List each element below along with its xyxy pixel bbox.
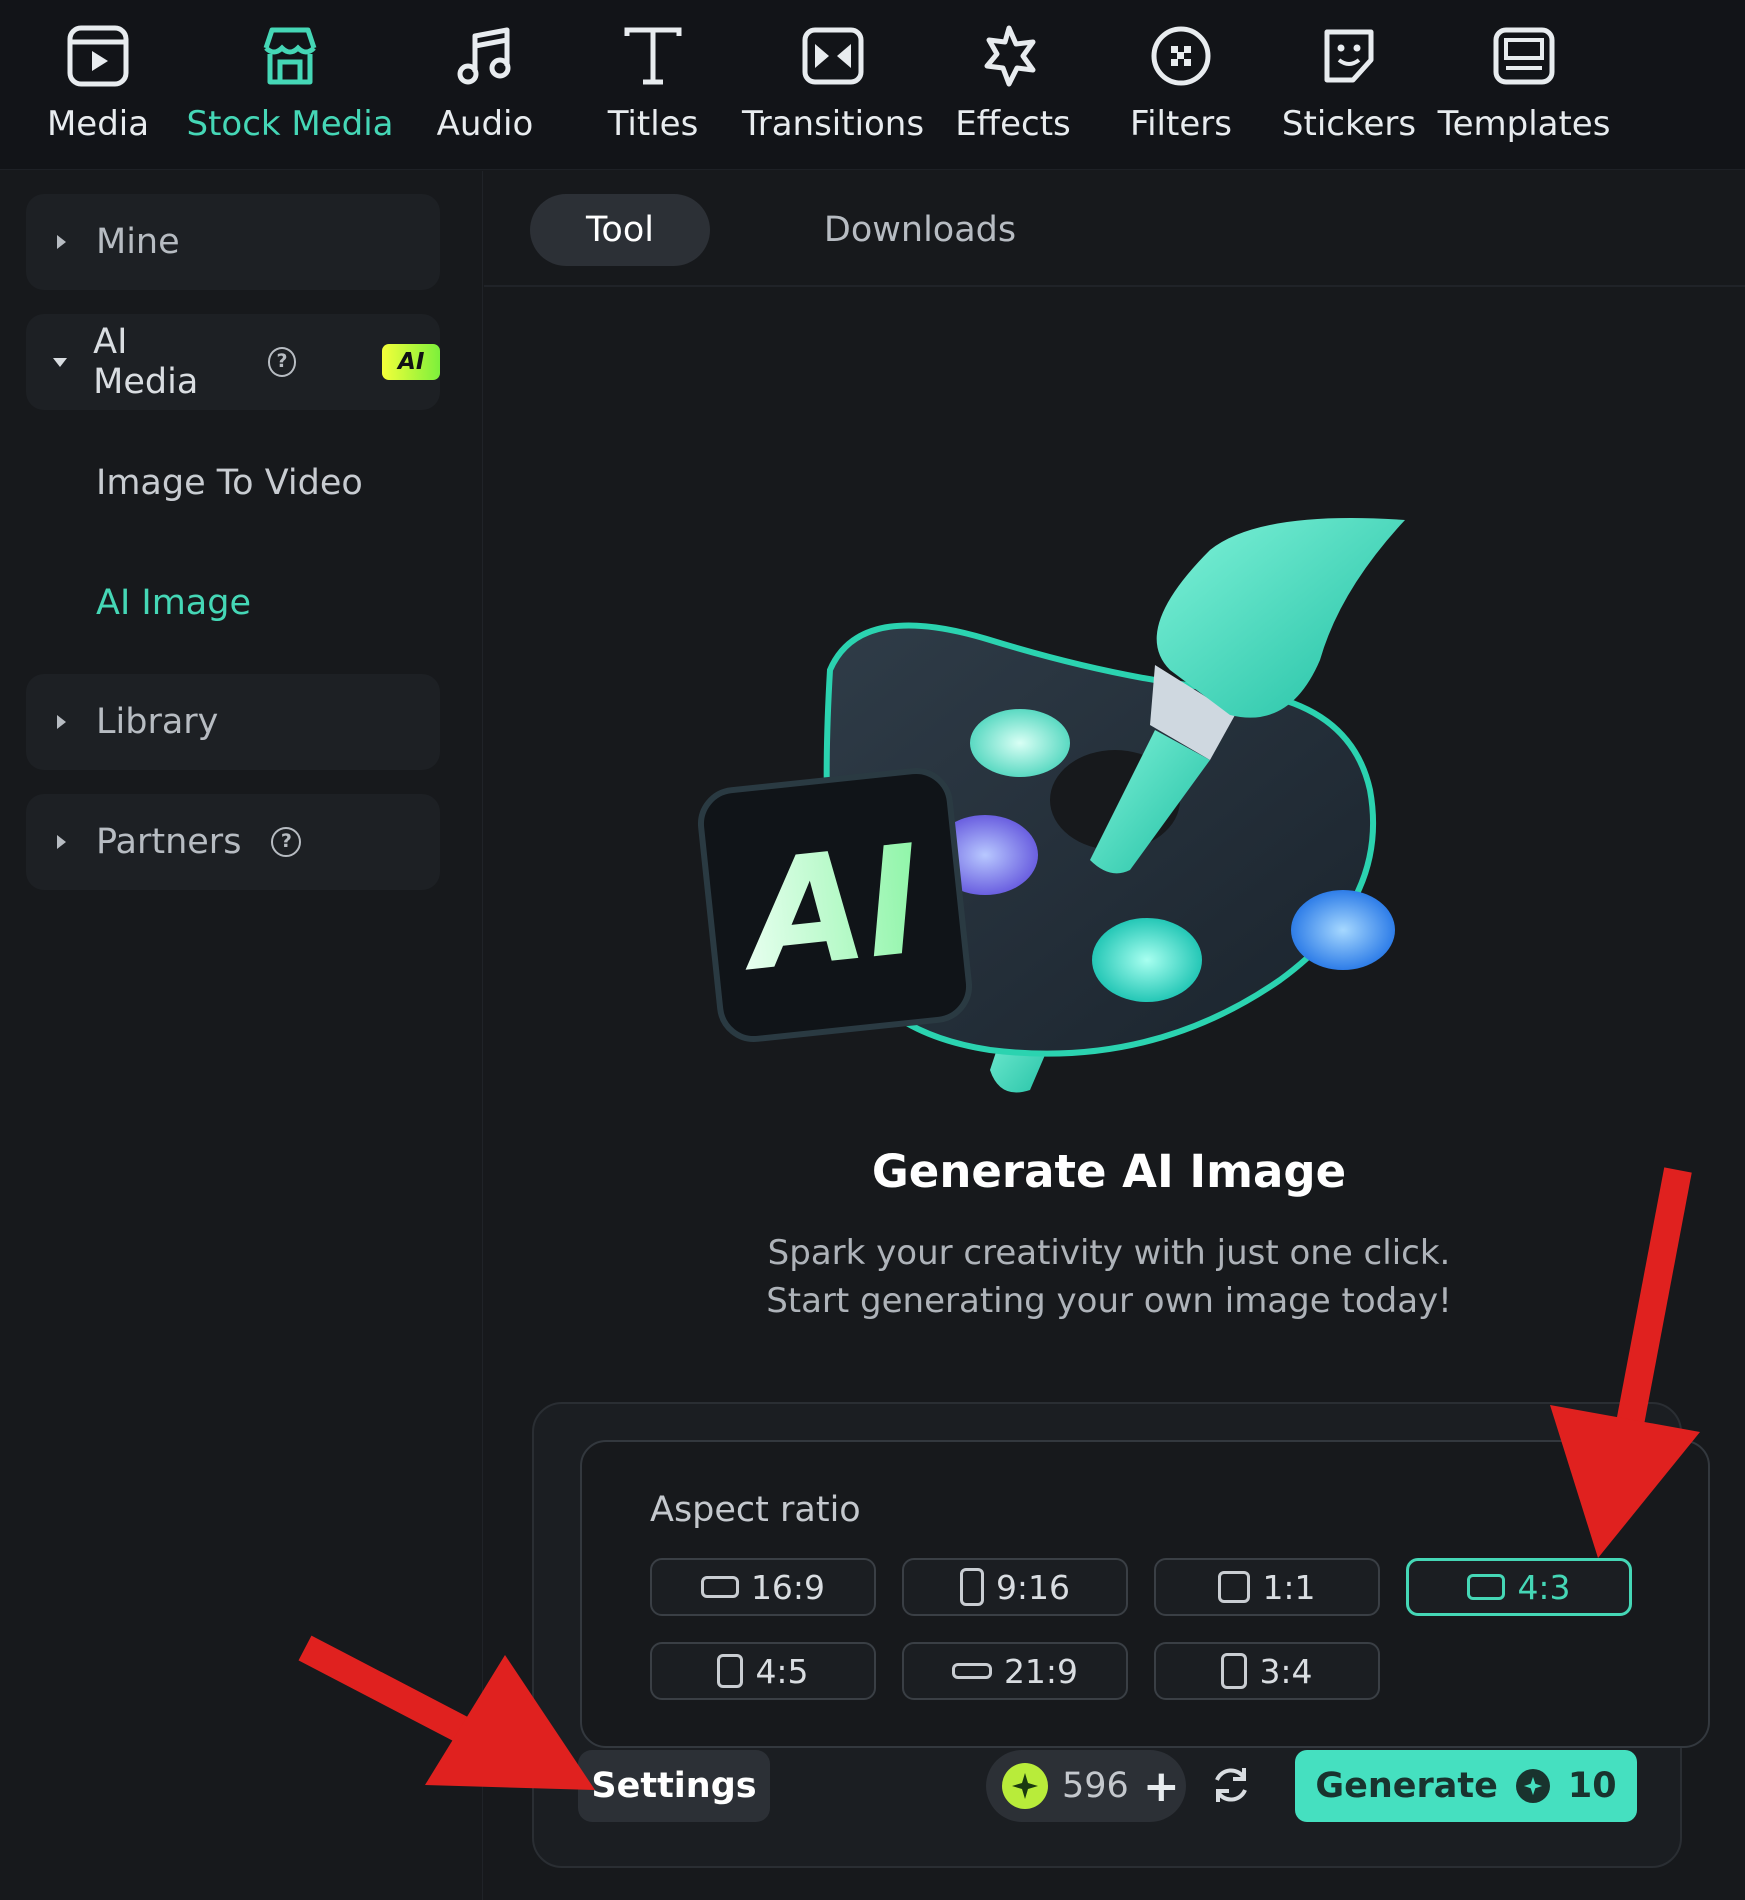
- ai-badge: AI: [382, 344, 440, 380]
- portrait-ratio-icon: [717, 1654, 744, 1688]
- templates-icon: [1493, 27, 1555, 85]
- sidebar-item-ai-image[interactable]: AI Image: [96, 583, 251, 623]
- credit-sparkle-icon: [1002, 1763, 1048, 1809]
- generate-cost: 10: [1567, 1766, 1617, 1806]
- aspect-option-label: 9:16: [995, 1567, 1071, 1607]
- add-credits-button[interactable]: +: [1143, 1761, 1180, 1812]
- aspect-option-label: 4:5: [755, 1651, 809, 1691]
- hero-title: Generate AI Image: [871, 1145, 1347, 1198]
- toolbar-label: Transitions: [741, 104, 925, 144]
- toolbar-filters[interactable]: Filters: [1096, 22, 1266, 162]
- sidebar-item-label: Mine: [96, 222, 180, 262]
- toolbar-label: Templates: [1437, 104, 1611, 144]
- filters-icon: [1151, 26, 1211, 86]
- toolbar-media[interactable]: Media: [13, 22, 183, 162]
- toolbar-titles[interactable]: Titles: [568, 22, 738, 162]
- toolbar-stock-media[interactable]: Stock Media: [186, 22, 394, 162]
- aspect-1-1-button[interactable]: 1:1: [1154, 1558, 1380, 1616]
- aspect-3-4-button[interactable]: 3:4: [1154, 1642, 1380, 1700]
- aspect-9-16-button[interactable]: 9:16: [902, 1558, 1128, 1616]
- help-icon[interactable]: ?: [267, 347, 297, 377]
- sticker-icon: [1324, 29, 1374, 83]
- caret-right-icon: [57, 835, 66, 849]
- sidebar-item-ai-media[interactable]: AI Media ? AI: [26, 314, 440, 410]
- tab-tool[interactable]: Tool: [530, 194, 710, 266]
- caret-right-icon: [57, 235, 66, 249]
- toolbar-label: Media: [46, 104, 150, 144]
- caret-right-icon: [57, 715, 66, 729]
- ai-cube-badge: AI: [697, 767, 973, 1043]
- credits-count: 596: [1062, 1766, 1129, 1806]
- aspect-option-label: 4:3: [1517, 1567, 1571, 1607]
- top-toolbar: Media Stock Media Audio Titles Transitio…: [0, 0, 1745, 170]
- sidebar-item-partners[interactable]: Partners ?: [26, 794, 440, 890]
- generate-label: Generate: [1315, 1766, 1498, 1806]
- credit-sparkle-icon: [1515, 1769, 1550, 1803]
- sidebar-item-image-to-video[interactable]: Image To Video: [96, 463, 363, 503]
- toolbar-stickers[interactable]: Stickers: [1264, 22, 1434, 162]
- aspect-option-label: 3:4: [1259, 1651, 1313, 1691]
- sidebar-item-mine[interactable]: Mine: [26, 194, 440, 290]
- effects-star-icon: [984, 25, 1036, 87]
- help-icon[interactable]: ?: [271, 827, 302, 857]
- aspect-16-9-button[interactable]: 16:9: [650, 1558, 876, 1616]
- wide-ratio-icon: [951, 1663, 992, 1679]
- toolbar-label: Filters: [1130, 104, 1232, 144]
- portrait-ratio-icon: [959, 1568, 984, 1606]
- caret-down-icon: [52, 358, 67, 367]
- settings-button[interactable]: Settings: [578, 1750, 770, 1822]
- aspect-option-label: 16:9: [750, 1567, 826, 1607]
- toolbar-templates[interactable]: Templates: [1437, 22, 1611, 162]
- transitions-icon: [802, 27, 864, 85]
- sidebar-item-label: Partners: [96, 822, 242, 862]
- toolbar-audio[interactable]: Audio: [400, 22, 570, 162]
- brush-tip: [1156, 518, 1405, 718]
- paint-dot: [1291, 890, 1395, 970]
- toolbar-transitions[interactable]: Transitions: [742, 22, 924, 162]
- hero-subtitle-line2: Start generating your own image today!: [766, 1281, 1452, 1321]
- sidebar: Mine AI Media ? AI Image To Video AI Ima…: [0, 171, 483, 1900]
- aspect-21-9-button[interactable]: 21:9: [902, 1642, 1128, 1700]
- toolbar-label: Stock Media: [186, 104, 394, 144]
- aspect-4-5-button[interactable]: 4:5: [650, 1642, 876, 1700]
- palette-brush-illustration: AI: [697, 518, 1405, 1093]
- aspect-4-3-button[interactable]: 4:3: [1406, 1558, 1632, 1616]
- sidebar-item-label: Library: [96, 702, 219, 742]
- content-tabs: Tool Downloads: [484, 171, 1745, 287]
- landscape-ratio-icon: [1467, 1574, 1506, 1600]
- refresh-icon[interactable]: [1208, 1762, 1254, 1808]
- media-icon: [67, 25, 129, 87]
- sidebar-item-label: AI Media: [93, 322, 199, 402]
- portrait-ratio-icon: [1221, 1653, 1248, 1689]
- credits-balance: 596 +: [986, 1750, 1186, 1822]
- music-note-icon: [457, 27, 511, 85]
- aspect-ratio-label: Aspect ratio: [650, 1490, 861, 1530]
- aspect-option-label: 21:9: [1003, 1651, 1079, 1691]
- toolbar-effects[interactable]: Effects: [928, 22, 1098, 162]
- tab-downloads[interactable]: Downloads: [770, 194, 1070, 266]
- toolbar-label: Titles: [607, 104, 699, 144]
- square-ratio-icon: [1218, 1571, 1251, 1603]
- landscape-ratio-icon: [700, 1576, 739, 1598]
- hero-subtitle-line1: Spark your creativity with just one clic…: [767, 1233, 1451, 1273]
- stock-media-icon: [263, 27, 317, 85]
- paint-dot: [970, 709, 1070, 777]
- toolbar-label: Audio: [436, 104, 534, 144]
- paint-dot: [1092, 918, 1202, 1002]
- text-t-icon: [624, 27, 682, 85]
- svg-text:AI: AI: [731, 813, 930, 1005]
- toolbar-label: Effects: [955, 104, 1071, 144]
- generate-button[interactable]: Generate 10: [1295, 1750, 1637, 1822]
- sidebar-item-library[interactable]: Library: [26, 674, 440, 770]
- aspect-option-label: 1:1: [1262, 1567, 1316, 1607]
- toolbar-label: Stickers: [1281, 104, 1417, 144]
